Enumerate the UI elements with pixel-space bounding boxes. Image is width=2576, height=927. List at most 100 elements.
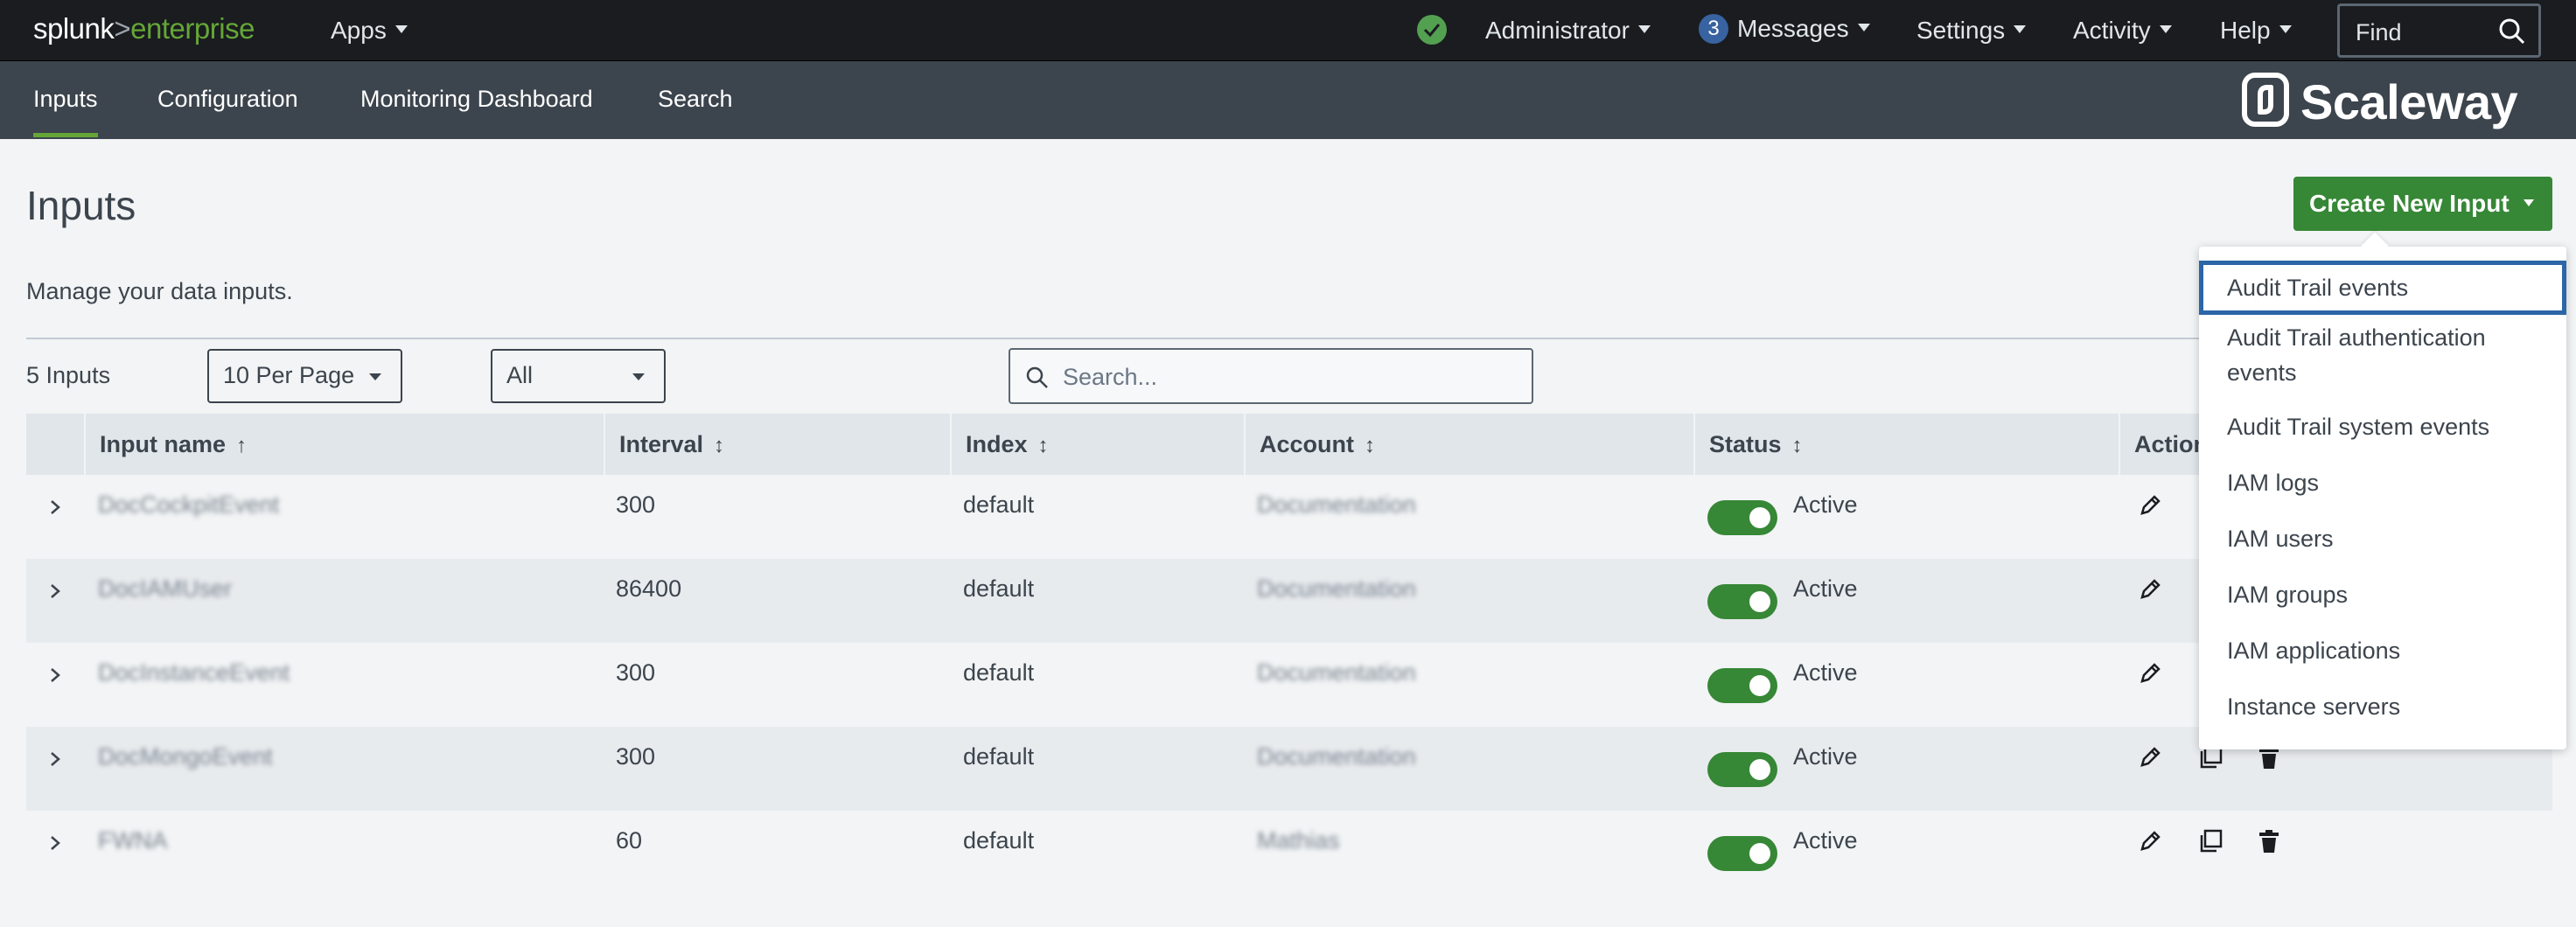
input-name-cell: DocInstanceEvent — [98, 659, 290, 686]
apps-menu[interactable]: Apps — [331, 17, 408, 45]
inputs-count: 5 Inputs — [26, 362, 111, 388]
input-type-filter-select[interactable]: All — [491, 349, 666, 403]
index-cell: default — [963, 743, 1035, 770]
tab-configuration[interactable]: Configuration — [157, 86, 298, 113]
column-header-input-name[interactable]: Input name ↑ — [84, 414, 604, 475]
column-header-status[interactable]: Status ↕ — [1693, 414, 2119, 475]
sort-up-icon: ↑ — [236, 434, 248, 457]
table-row: FWNA 60 default Mathias Active — [26, 811, 2552, 895]
menu-item-audit-trail-system-events[interactable]: Audit Trail system events — [2199, 409, 2566, 444]
sort-icon: ↕ — [1037, 434, 1049, 457]
page-description: Manage your data inputs. — [26, 278, 293, 304]
status-toggle[interactable] — [1707, 668, 1777, 703]
help-menu[interactable]: Help — [2220, 17, 2292, 45]
caret-down-icon — [394, 25, 408, 34]
menu-item-iam-users[interactable]: IAM users — [2199, 521, 2566, 556]
expand-column-header — [26, 414, 84, 475]
create-input-dropdown-menu: Audit Trail events Audit Trail authentic… — [2199, 247, 2566, 749]
interval-cell: 60 — [616, 827, 643, 854]
check-icon — [1423, 24, 1441, 38]
splunk-logo[interactable]: splunk>enterprise — [33, 12, 255, 45]
user-menu[interactable]: Administrator — [1485, 17, 1651, 45]
settings-menu[interactable]: Settings — [1916, 17, 2027, 45]
health-status-icon[interactable] — [1417, 15, 1447, 45]
scaleway-logo-icon — [2242, 73, 2289, 127]
chevron-right-icon[interactable] — [47, 667, 63, 683]
caret-down-icon — [1857, 24, 1870, 32]
edit-icon[interactable] — [2136, 491, 2164, 519]
scaleway-logo: Scaleway — [2241, 72, 2518, 129]
edit-icon[interactable] — [2136, 743, 2164, 771]
search-icon[interactable] — [2498, 17, 2526, 45]
caret-down-icon — [1637, 25, 1651, 34]
edit-icon[interactable] — [2136, 827, 2164, 855]
input-name-cell: DocIAMUser — [98, 575, 233, 602]
status-text: Active — [1793, 575, 1858, 602]
app-nav-bar: Inputs Configuration Monitoring Dashboar… — [0, 61, 2576, 139]
menu-item-iam-groups[interactable]: IAM groups — [2199, 577, 2566, 612]
clone-icon[interactable] — [2196, 827, 2224, 855]
edit-icon[interactable] — [2136, 659, 2164, 687]
table-row: DocMongoEvent 300 default Documentation … — [26, 727, 2552, 811]
status-text: Active — [1793, 743, 1858, 770]
sort-icon: ↕ — [1365, 434, 1375, 457]
interval-cell: 86400 — [616, 575, 682, 602]
status-text: Active — [1793, 827, 1858, 854]
caret-down-icon — [2159, 25, 2172, 34]
messages-count-badge: 3 — [1699, 13, 1728, 44]
account-cell: Documentation — [1257, 575, 1416, 602]
caret-down-icon — [2014, 25, 2027, 34]
caret-down-icon — [2523, 199, 2534, 206]
caret-down-icon — [2279, 25, 2292, 34]
menu-item-audit-trail-authentication-events[interactable]: Audit Trail authentication events — [2199, 320, 2566, 390]
search-icon — [1026, 366, 1048, 388]
sort-icon: ↕ — [714, 434, 725, 457]
chevron-right-icon[interactable] — [47, 835, 63, 851]
table-row: DocInstanceEvent 300 default Documentati… — [26, 643, 2552, 727]
input-name-cell: FWNA — [98, 827, 168, 854]
index-cell: default — [963, 491, 1035, 518]
top-bar: splunk>enterprise Apps Administrator 3 Me… — [0, 0, 2576, 61]
column-header-index[interactable]: Index ↕ — [950, 414, 1244, 475]
create-new-input-button[interactable]: Create New Input — [2293, 177, 2552, 231]
interval-cell: 300 — [616, 491, 656, 518]
status-toggle[interactable] — [1707, 752, 1777, 787]
trash-icon[interactable] — [2255, 827, 2283, 855]
chevron-right-icon[interactable] — [47, 499, 63, 515]
divider — [26, 338, 2204, 339]
index-cell: default — [963, 575, 1035, 602]
messages-menu[interactable]: 3 Messages — [1699, 13, 1870, 45]
status-toggle[interactable] — [1707, 836, 1777, 871]
account-cell: Mathias — [1257, 827, 1340, 854]
input-name-cell: DocMongoEvent — [98, 743, 273, 770]
find-box — [2337, 3, 2541, 58]
table-row: DocCockpitEvent 300 default Documentatio… — [26, 475, 2552, 559]
index-cell: default — [963, 659, 1035, 686]
column-header-interval[interactable]: Interval ↕ — [604, 414, 950, 475]
menu-item-iam-logs[interactable]: IAM logs — [2199, 465, 2566, 500]
tab-search[interactable]: Search — [658, 86, 733, 113]
page-title: Inputs — [26, 183, 136, 228]
column-header-account[interactable]: Account ↕ — [1244, 414, 1693, 475]
interval-cell: 300 — [616, 743, 656, 770]
status-toggle[interactable] — [1707, 584, 1777, 619]
chevron-right-icon[interactable] — [47, 751, 63, 767]
caret-down-icon — [369, 373, 381, 380]
per-page-select[interactable]: 10 Per Page — [207, 349, 402, 403]
account-cell: Documentation — [1257, 659, 1416, 686]
search-input[interactable] — [1061, 361, 1502, 393]
activity-menu[interactable]: Activity — [2073, 17, 2172, 45]
interval-cell: 300 — [616, 659, 656, 686]
table-row: DocIAMUser 86400 default Documentation A… — [26, 559, 2552, 643]
tab-monitoring-dashboard[interactable]: Monitoring Dashboard — [360, 86, 593, 113]
status-toggle[interactable] — [1707, 500, 1777, 535]
sort-icon: ↕ — [1791, 434, 1803, 457]
menu-item-iam-applications[interactable]: IAM applications — [2199, 633, 2566, 668]
menu-item-instance-servers[interactable]: Instance servers — [2199, 689, 2566, 724]
menu-item-audit-trail-events[interactable]: Audit Trail events — [2199, 261, 2566, 315]
input-name-cell: DocCockpitEvent — [98, 491, 280, 518]
chevron-right-icon[interactable] — [47, 583, 63, 599]
find-input[interactable] — [2354, 17, 2497, 48]
tab-inputs[interactable]: Inputs — [33, 86, 98, 137]
edit-icon[interactable] — [2136, 575, 2164, 603]
